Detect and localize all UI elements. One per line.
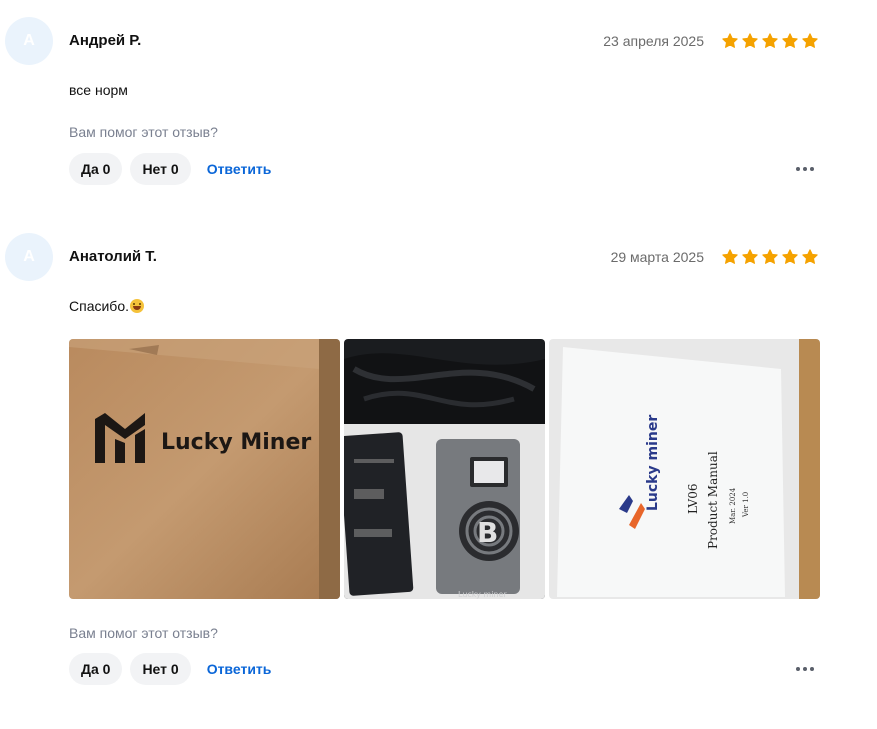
- avatar: А: [5, 233, 53, 281]
- review-actions: Да 0 Нет 0 Ответить: [69, 653, 271, 685]
- device-brand-text: Lucky miner: [458, 590, 507, 599]
- rating-stars: [721, 248, 819, 266]
- review-photo[interactable]: Lucky miner LV06 Product Manual Mar. 202…: [549, 339, 820, 599]
- bitcoin-icon: B: [477, 516, 498, 549]
- box-brand-text: Lucky Miner: [161, 430, 311, 455]
- review-photo[interactable]: Lucky Miner: [69, 339, 340, 599]
- helpful-yes-button[interactable]: Да 0: [69, 653, 123, 685]
- manual-date: Mar. 2024: [729, 487, 737, 524]
- manual-title: Product Manual: [706, 451, 720, 549]
- manual-brand-text: Lucky miner: [645, 415, 661, 511]
- avatar-letter: А: [23, 248, 35, 265]
- manual-model: LV06: [686, 484, 700, 514]
- review-date: 29 марта 2025: [610, 249, 704, 265]
- review-text: Спасибо.: [69, 298, 144, 314]
- review-photo[interactable]: B Lucky miner: [344, 339, 545, 599]
- helpful-question: Вам помог этот отзыв?: [69, 625, 218, 641]
- reply-link[interactable]: Ответить: [207, 661, 272, 677]
- star-icon: [722, 249, 738, 264]
- review-text-content: Спасибо.: [69, 298, 129, 314]
- star-icon: [802, 249, 818, 264]
- review-card: А Анатолий Т. 29 марта 2025 Спасибо. Luc…: [0, 0, 877, 729]
- star-icon: [742, 249, 758, 264]
- review-author: Анатолий Т.: [69, 248, 157, 265]
- star-icon: [762, 249, 778, 264]
- star-icon: [782, 249, 798, 264]
- more-dots-icon[interactable]: [796, 667, 814, 671]
- smiling-face-icon: [130, 299, 144, 313]
- helpful-no-button[interactable]: Нет 0: [130, 653, 191, 685]
- manual-version: Ver 1.0: [742, 492, 750, 518]
